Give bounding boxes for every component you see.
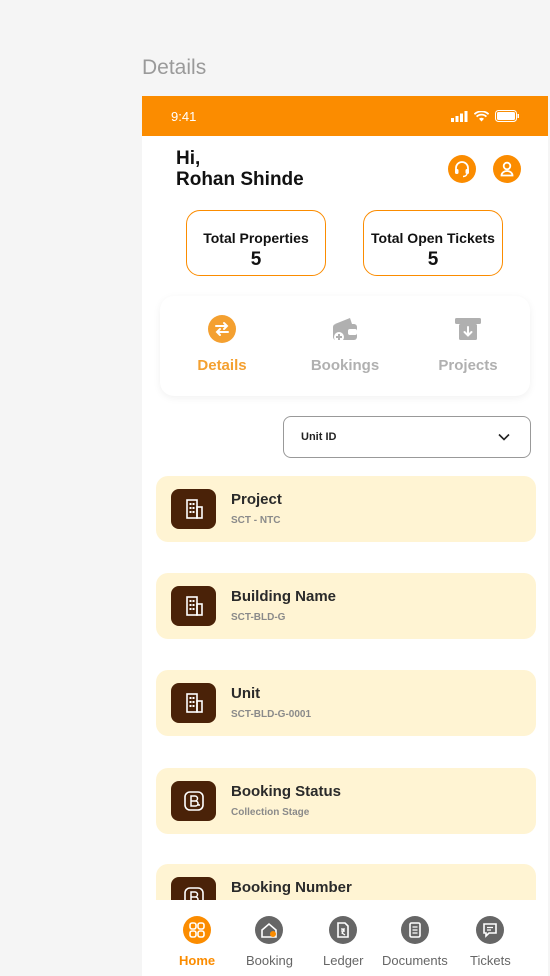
nav-ledger[interactable]: Ledger	[323, 906, 363, 968]
tab-label: Bookings	[310, 357, 380, 374]
document-icon	[400, 916, 429, 944]
card-subtitle: SCT-BLD-G-0001	[231, 709, 312, 720]
stat-value: 5	[427, 249, 439, 270]
info-card-unit[interactable]: Unit SCT-BLD-G-0001	[156, 670, 536, 736]
nav-booking[interactable]: Booking	[246, 906, 293, 968]
card-title: Building Name	[231, 588, 337, 605]
greeting-hi: Hi,	[176, 148, 201, 169]
nav-label: Home	[179, 953, 216, 968]
wallet-icon	[330, 314, 360, 344]
info-card-booking-status[interactable]: Booking Status Collection Stage	[156, 768, 536, 834]
card-title: Project	[231, 491, 282, 508]
tab-projects[interactable]: Projects	[408, 296, 528, 396]
tab-label: Details	[197, 357, 247, 374]
tab-details[interactable]: Details	[162, 296, 282, 396]
bottom-nav: Home Booking Ledger Documents Tickets	[142, 900, 548, 976]
frame-title: Details	[142, 56, 207, 79]
dropdown-value: Unit ID	[301, 431, 337, 443]
status-time: 9:41	[171, 108, 197, 124]
stat-card-total-open-tickets: Total Open Tickets 5	[363, 210, 503, 276]
chevron-down-icon	[498, 433, 510, 441]
tab-label: Projects	[438, 357, 498, 374]
info-card-building-name[interactable]: Building Name SCT-BLD-G	[156, 573, 536, 639]
building-icon	[171, 586, 216, 626]
user-name: Rohan Shinde	[176, 169, 304, 190]
nav-home[interactable]: Home	[179, 906, 215, 968]
status-icons	[451, 110, 520, 122]
stat-card-total-properties: Total Properties 5	[186, 210, 326, 276]
booking-b-icon	[171, 781, 216, 821]
building-icon	[171, 683, 216, 723]
unit-id-dropdown[interactable]: Unit ID	[283, 416, 531, 458]
info-card-project[interactable]: Project SCT - NTC	[156, 476, 536, 542]
phone-screen: 9:41 Hi, Rohan Shinde Total Properties 5…	[142, 96, 548, 976]
transfer-icon	[207, 314, 237, 344]
card-title: Unit	[231, 685, 261, 702]
card-subtitle: Collection Stage	[231, 807, 310, 818]
tab-bookings[interactable]: Bookings	[285, 296, 405, 396]
chat-icon	[476, 916, 505, 944]
stat-value: 5	[250, 249, 262, 270]
nav-label: Tickets	[470, 953, 511, 968]
card-subtitle: SCT-BLD-G	[231, 612, 286, 623]
battery-icon	[495, 110, 519, 122]
stat-label: Total Properties	[203, 230, 309, 246]
profile-icon[interactable]	[493, 155, 521, 183]
status-bar: 9:41	[142, 96, 548, 136]
rupee-doc-icon	[329, 916, 358, 944]
building-icon	[171, 489, 216, 529]
card-title: Booking Status	[231, 783, 342, 800]
nav-label: Booking	[246, 953, 293, 968]
signal-icon	[451, 110, 468, 122]
card-title: Booking Number	[231, 879, 352, 896]
tabs-bar: Details Bookings Projects	[160, 296, 530, 396]
greeting: Hi, Rohan Shinde	[176, 148, 304, 190]
stat-label: Total Open Tickets	[371, 230, 495, 246]
booking-home-icon	[255, 916, 284, 944]
card-subtitle: SCT - NTC	[231, 515, 281, 526]
download-box-icon	[453, 314, 483, 344]
nav-label: Ledger	[323, 953, 364, 968]
support-headset-icon[interactable]	[448, 155, 476, 183]
nav-tickets[interactable]: Tickets	[470, 906, 511, 968]
wifi-icon	[474, 110, 489, 121]
nav-label: Documents	[382, 953, 448, 968]
nav-documents[interactable]: Documents	[382, 906, 448, 968]
home-grid-icon	[183, 916, 212, 944]
